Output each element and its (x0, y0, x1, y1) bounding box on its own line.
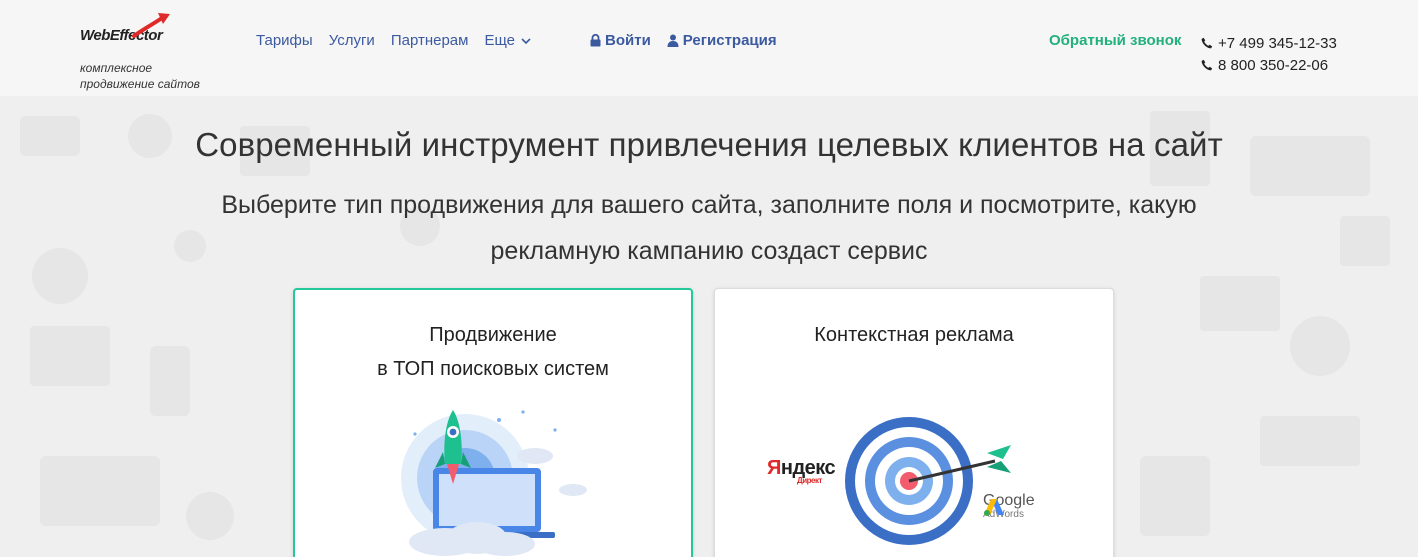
logo[interactable]: WebEffector комплексное продвижение сайт… (80, 12, 220, 91)
phone-icon (1201, 59, 1213, 71)
hero-title: Современный инструмент привлечения целев… (195, 126, 1223, 163)
nav-item-services[interactable]: Услуги (329, 32, 375, 49)
phone-list: +7 499 345-12-33 8 800 350-22-06 (1201, 32, 1337, 76)
phone-icon (1201, 37, 1213, 49)
lock-icon (590, 34, 601, 47)
card-seo-promotion[interactable]: Продвижение в ТОП поисковых систем (293, 288, 693, 557)
card-context-ads[interactable]: Контекстная реклама Яндекс Директ Google (714, 288, 1114, 557)
nav-item-more[interactable]: Еще (484, 32, 531, 49)
nav-item-tariffs[interactable]: Тарифы (256, 32, 313, 49)
rocket-laptop-illustration (401, 410, 587, 556)
background-pattern-icon (20, 111, 1390, 540)
user-icon (667, 34, 679, 47)
target-illustration (845, 417, 1011, 545)
login-link[interactable]: Войти (590, 32, 651, 49)
site-header: WebEffector комплексное продвижение сайт… (0, 0, 1418, 96)
card-title: Контекстная реклама (814, 324, 1014, 346)
hero-background (0, 96, 1418, 557)
register-link[interactable]: Регистрация (667, 32, 777, 49)
logo-tagline: комплексное продвижение сайтов (80, 61, 200, 91)
phone-row-1[interactable]: +7 499 345-12-33 (1201, 32, 1337, 54)
chevron-down-icon (521, 36, 531, 48)
google-adwords-logo: Google AdWords (983, 492, 1035, 521)
phone-row-2[interactable]: 8 800 350-22-06 (1201, 54, 1337, 76)
logo-arrow-icon (132, 13, 170, 38)
yandex-logo: Яндекс Директ (767, 457, 836, 485)
callback-link[interactable]: Обратный звонок (1049, 32, 1181, 49)
hero-subtitle: Выберите тип продвижения для вашего сайт… (221, 191, 1197, 265)
main-nav: Тарифы Услуги Партнерам Еще (256, 32, 531, 49)
auth-links: Войти Регистрация (590, 32, 777, 49)
card-title: Продвижение в ТОП поисковых систем (377, 324, 609, 380)
nav-item-partners[interactable]: Партнерам (391, 32, 469, 49)
adwords-icon (984, 499, 1004, 516)
